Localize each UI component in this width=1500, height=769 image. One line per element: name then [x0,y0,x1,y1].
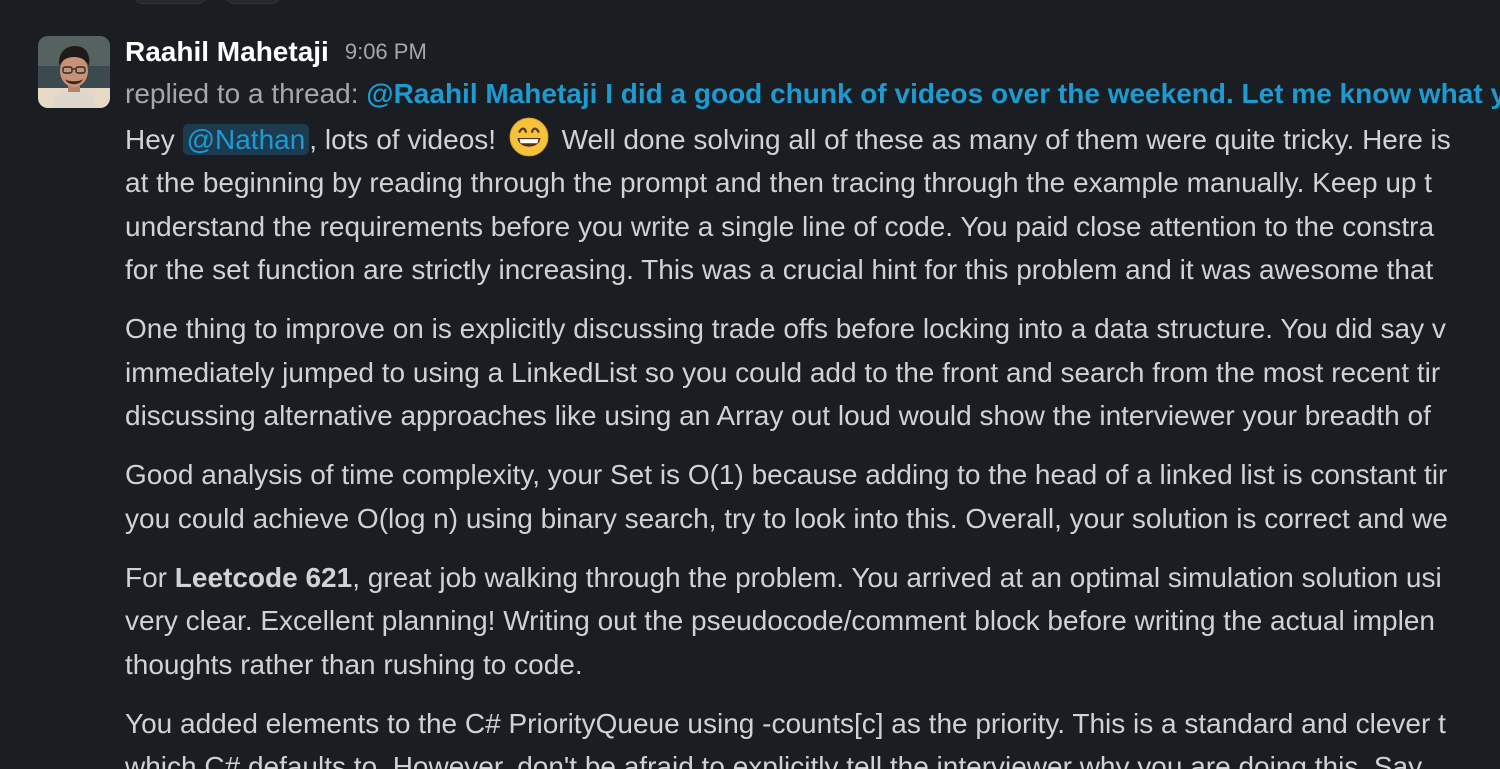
message-line: you could achieve O(log n) using binary … [125,502,1448,534]
text-segment: Well done solving all of these as many o… [553,123,1451,155]
text-segment: , lots of videos! [309,123,504,155]
message-paragraph-4: For Leetcode 621, great job walking thro… [125,556,1500,687]
grinning-face-emoji-icon [509,117,549,156]
thread-reply-prefix: replied to a thread: [125,78,367,109]
message-paragraph-2: One thing to improve on is explicitly di… [125,307,1500,438]
thread-reply-line: replied to a thread: @Raahil Mahetaji I … [125,72,1500,116]
message-line: thoughts rather than rushing to code. [125,648,583,680]
message-line: One thing to improve on is explicitly di… [125,313,1446,344]
user-mention[interactable]: @Nathan [182,123,310,155]
avatar-image [38,36,110,108]
message-line: Hey @Nathan, lots of videos! Well done s… [125,116,1500,162]
message-line: understand the requirements before you w… [125,210,1435,242]
text-segment: , great job walking through the problem.… [352,561,1442,593]
message-line: discussing alternative approaches like u… [125,400,1431,431]
thread-link[interactable]: @Raahil Mahetaji I did a good chunk of v… [366,78,1500,109]
message-line: which C# defaults to. However, don't be … [125,751,1423,769]
message-line: immediately jumped to using a LinkedList… [125,356,1441,388]
message: Raahil Mahetaji 9:06 PM replied to a thr… [0,0,1500,769]
message-line: very clear. Excellent planning! Writing … [125,605,1435,636]
message-line: You added elements to the C# PriorityQue… [125,707,1446,739]
message-paragraph-5: You added elements to the C# PriorityQue… [125,702,1500,769]
message-line: For Leetcode 621, great job walking thro… [125,556,1500,600]
text-segment: Hey [125,123,183,155]
text-segment: For [125,561,175,593]
message-paragraph-1: Hey @Nathan, lots of videos! Well done s… [125,116,1500,292]
message-paragraph-3: Good analysis of time complexity, your S… [125,453,1500,540]
sender-name[interactable]: Raahil Mahetaji [125,36,329,68]
message-line: Good analysis of time complexity, your S… [125,459,1448,490]
message-line: for the set function are strictly increa… [125,254,1434,285]
message-timestamp[interactable]: 9:06 PM [345,39,427,65]
avatar[interactable] [38,36,110,108]
message-header: Raahil Mahetaji 9:06 PM [125,30,1500,74]
message-line: at the beginning by reading through the … [125,167,1433,198]
message-content: Raahil Mahetaji 9:06 PM replied to a thr… [125,30,1500,769]
bold-text: Leetcode 621 [174,561,353,593]
